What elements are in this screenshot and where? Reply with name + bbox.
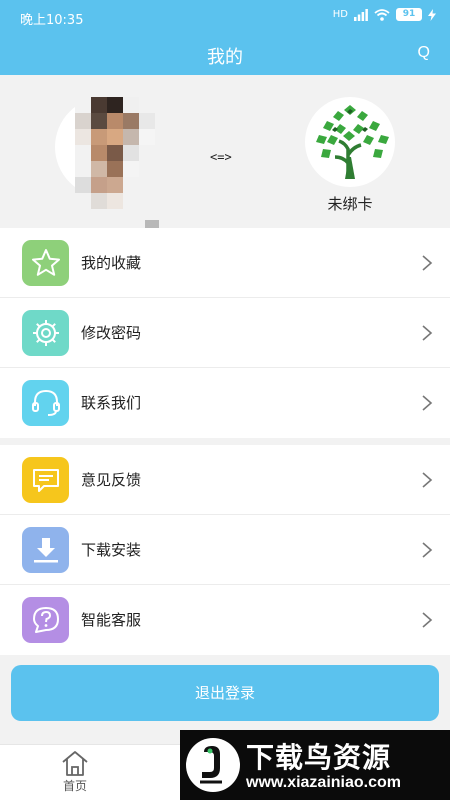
feedback-icon (22, 457, 69, 503)
chevron-right-icon (422, 612, 433, 628)
home-icon (62, 751, 88, 776)
headset-icon (22, 380, 69, 426)
star-icon (22, 240, 69, 286)
header: 我的 Q (0, 33, 450, 75)
menu-label-smart-service: 智能客服 (81, 611, 142, 629)
tree-icon (316, 105, 389, 179)
menu-item-smart-service[interactable]: 智能客服 (0, 585, 450, 655)
network-indicator: HD (332, 9, 348, 20)
watermark-url: www.xiazainiao.com (246, 774, 402, 791)
menu-label-favorites: 我的收藏 (81, 254, 142, 272)
menu-label-change-password: 修改密码 (81, 324, 142, 342)
gear-icon (22, 310, 69, 356)
tab-home-label: 首页 (62, 779, 87, 793)
status-time: 晚上10:35 (20, 13, 84, 28)
menu-group-support: 意见反馈 下载安装 智能客服 (0, 445, 450, 655)
chevron-right-icon (422, 325, 433, 341)
header-q-button[interactable]: Q (418, 44, 430, 62)
bird-logo-icon (186, 738, 240, 792)
menu-label-feedback: 意见反馈 (81, 471, 142, 489)
download-icon (22, 527, 69, 573)
tab-home[interactable]: 首页 (45, 749, 105, 799)
avatar-mosaic (75, 97, 155, 209)
menu-item-contact-us[interactable]: 联系我们 (0, 368, 450, 438)
menu-item-favorites[interactable]: 我的收藏 (0, 228, 450, 298)
watermark-title: 下载鸟资源 (246, 741, 392, 774)
profile-section: <=> 未绑卡 (0, 75, 450, 234)
watermark-banner: 下载鸟资源 www.xiazainiao.com (180, 730, 450, 800)
status-bar: 晚上10:35 HD 91 (0, 0, 450, 33)
chevron-right-icon (422, 542, 433, 558)
signal-icon (354, 8, 368, 21)
charging-icon (428, 8, 436, 21)
logout-button[interactable]: 退出登录 (11, 665, 439, 721)
chevron-right-icon (422, 255, 433, 271)
chevron-right-icon (422, 472, 433, 488)
menu-item-feedback[interactable]: 意见反馈 (0, 445, 450, 515)
wifi-icon (374, 8, 390, 21)
page-title: 我的 (207, 47, 243, 68)
card-status-label: 未绑卡 (327, 195, 373, 213)
menu-item-change-password[interactable]: 修改密码 (0, 298, 450, 368)
user-avatar[interactable] (55, 97, 159, 234)
menu-label-download: 下载安装 (81, 541, 142, 559)
card-tree-logo[interactable] (305, 97, 395, 187)
bind-arrow: <=> (210, 150, 232, 164)
menu-label-contact-us: 联系我们 (81, 394, 142, 412)
question-icon (22, 597, 69, 643)
status-icons: HD 91 (333, 8, 436, 21)
menu-group-account: 我的收藏 修改密码 联系我们 (0, 228, 450, 438)
chevron-right-icon (422, 395, 433, 411)
menu-item-download[interactable]: 下载安装 (0, 515, 450, 585)
battery-icon: 91 (396, 8, 422, 21)
